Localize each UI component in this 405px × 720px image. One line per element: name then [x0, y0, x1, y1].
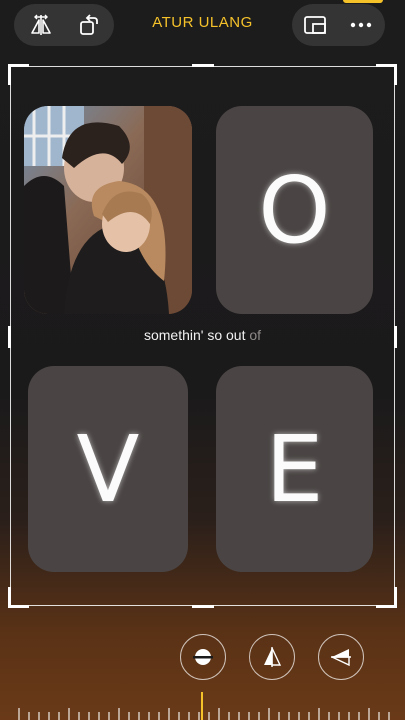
ruler-tick	[298, 712, 300, 720]
ruler-tick	[48, 712, 50, 720]
more-icon	[350, 22, 372, 28]
ruler-tick	[38, 712, 40, 720]
crop-handle-bottom-right[interactable]	[376, 587, 397, 608]
ruler-tick	[158, 712, 160, 720]
ruler-tick	[278, 712, 280, 720]
vertical-perspective-button[interactable]	[249, 634, 295, 680]
ruler-tick	[208, 712, 210, 720]
ruler-tick	[108, 712, 110, 720]
ruler-tick	[18, 708, 20, 720]
ruler-tick	[28, 712, 30, 720]
ruler-tick	[378, 712, 380, 720]
ruler-tick	[218, 708, 220, 720]
ruler-tick	[168, 708, 170, 720]
crop-frame[interactable]	[8, 64, 397, 608]
straighten-button[interactable]	[180, 634, 226, 680]
flip-icon	[31, 14, 51, 35]
straighten-icon	[193, 649, 213, 665]
ruler-tick	[118, 708, 120, 720]
ruler-tick	[368, 708, 370, 720]
horizontal-perspective-button[interactable]	[318, 634, 364, 680]
adjust-toolbar	[0, 634, 405, 684]
right-controls	[292, 4, 385, 46]
aspect-ratio-icon	[304, 16, 326, 34]
ruler-tick	[258, 712, 260, 720]
ruler-tick	[148, 712, 150, 720]
status-indicator	[343, 0, 383, 3]
ruler-tick	[128, 712, 130, 720]
crop-handle-bottom-left[interactable]	[8, 587, 29, 608]
rotate-icon	[80, 14, 98, 35]
ruler-tick	[338, 712, 340, 720]
crop-handle-left[interactable]	[8, 326, 11, 348]
ruler-tick	[238, 712, 240, 720]
top-bar: ATUR ULANG	[0, 0, 405, 50]
crop-handle-top-left[interactable]	[8, 64, 29, 85]
flip-button[interactable]	[18, 4, 64, 46]
crop-handle-right[interactable]	[394, 326, 397, 348]
ruler-tick	[88, 712, 90, 720]
ruler-tick	[288, 712, 290, 720]
ruler-tick	[228, 712, 230, 720]
ruler-tick	[268, 708, 270, 720]
ruler-tick	[358, 712, 360, 720]
ruler-tick	[308, 712, 310, 720]
crop-handle-bottom[interactable]	[192, 605, 214, 608]
left-controls	[14, 4, 114, 46]
crop-handle-top[interactable]	[192, 64, 214, 67]
ruler-tick	[318, 708, 320, 720]
reset-button[interactable]: ATUR ULANG	[120, 14, 285, 31]
rotate-button[interactable]	[66, 4, 112, 46]
ruler-tick	[328, 712, 330, 720]
ruler-tick	[178, 712, 180, 720]
ruler-tick	[78, 712, 80, 720]
ruler-tick	[188, 712, 190, 720]
ruler-tick	[348, 712, 350, 720]
ruler-tick	[58, 712, 60, 720]
angle-ruler[interactable]	[18, 700, 390, 720]
crop-handle-top-right[interactable]	[376, 64, 397, 85]
ruler-tick	[98, 712, 100, 720]
vertical-perspective-icon	[264, 647, 282, 667]
horizontal-perspective-icon	[331, 649, 351, 667]
more-button[interactable]	[338, 4, 384, 46]
angle-indicator	[201, 692, 203, 720]
ruler-tick	[198, 712, 200, 720]
ruler-tick	[68, 708, 70, 720]
ruler-tick	[138, 712, 140, 720]
ruler-tick	[388, 712, 390, 720]
ruler-tick	[248, 712, 250, 720]
aspect-ratio-button[interactable]	[292, 4, 338, 46]
